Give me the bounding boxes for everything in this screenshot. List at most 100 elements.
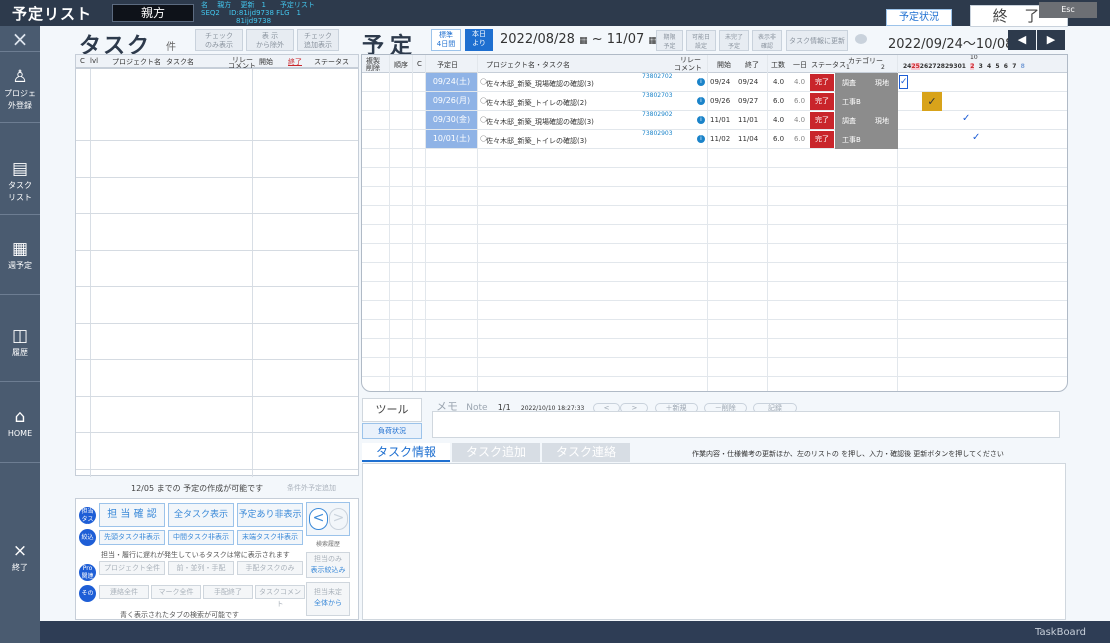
row-task-name[interactable]: 佐々木邸_新築_現場確認の確認(3) — [486, 117, 594, 127]
check-icon[interactable]: ✓ — [899, 75, 908, 89]
list-row[interactable] — [76, 397, 358, 433]
schedule-row[interactable] — [362, 149, 1067, 168]
hide-mid-button[interactable]: 中間タスク非表示 — [168, 530, 234, 545]
exclude-button[interactable]: 表 示から除外 — [246, 29, 294, 51]
row-status[interactable]: 完了 — [810, 112, 834, 129]
chevron-left-icon[interactable]: < — [309, 508, 328, 530]
schedule-row[interactable]: 09/26(月) ◯ 佐々木邸_新築_トイレの確認(2) 73802703 i 09/26… — [362, 92, 1067, 111]
row-date[interactable]: 09/26(月) — [426, 92, 477, 110]
col-end[interactable]: 終了 — [288, 57, 302, 67]
row-task-name[interactable]: 佐々木邸_新築_現場確認の確認(3) — [486, 79, 594, 89]
prev-parallel-button[interactable]: 前・並列・手配 — [168, 561, 234, 575]
row-date[interactable]: 09/30(金) — [426, 111, 477, 129]
info-icon[interactable]: i — [697, 116, 705, 124]
list-row[interactable] — [76, 105, 358, 141]
row-status[interactable]: 完了 — [810, 74, 834, 91]
schedule-row[interactable] — [362, 206, 1067, 225]
check-icon[interactable]: ✓ — [922, 92, 942, 111]
row-code[interactable]: 73802903 — [642, 130, 673, 137]
info-icon[interactable]: i — [697, 97, 705, 105]
date-from[interactable]: 2022/08/28 — [500, 32, 575, 47]
hide-first-button[interactable]: 先頭タスク非表示 — [99, 530, 165, 545]
list-row[interactable] — [76, 434, 358, 470]
schedule-row[interactable]: 09/24(土) ◯ 佐々木邸_新築_現場確認の確認(3) 73802702 i 09/2… — [362, 73, 1067, 92]
load-status-button[interactable]: 負荷状況 — [362, 423, 422, 439]
hide-last-button[interactable]: 末端タスク非表示 — [237, 530, 303, 545]
project-all-button[interactable]: プロジェクト全件 — [99, 561, 165, 575]
row-code[interactable]: 73802902 — [642, 111, 673, 118]
tanto-only-button[interactable]: 担当のみ 表示絞込み — [306, 552, 350, 578]
mark-all-button[interactable]: マーク全件 — [151, 585, 201, 599]
schedule-row[interactable] — [362, 187, 1067, 206]
info-icon[interactable]: i — [697, 135, 705, 143]
schedule-row[interactable] — [362, 377, 1067, 391]
list-row[interactable] — [76, 215, 358, 251]
tanto-unset-button[interactable]: 担当未定 全体から — [306, 582, 350, 616]
chevron-right-icon[interactable]: > — [329, 508, 348, 530]
row-status[interactable]: 完了 — [810, 93, 834, 110]
incomplete-button[interactable]: 未完了 予定 — [719, 30, 749, 51]
list-row[interactable] — [76, 288, 358, 324]
list-row[interactable] — [76, 251, 358, 287]
schedule-row[interactable] — [362, 244, 1067, 263]
sidebar-item-weekly[interactable]: ▦ 週予定 — [0, 225, 40, 295]
row-date[interactable]: 10/01(土) — [426, 130, 477, 148]
contact-all-button[interactable]: 連絡全件 — [99, 585, 149, 599]
check-icon[interactable]: ✓ — [972, 132, 980, 143]
sidebar-item-history[interactable]: ◫ 履歴 — [0, 312, 40, 382]
check-add-button[interactable]: チェック 追加表示 — [297, 29, 339, 51]
list-row[interactable] — [76, 361, 358, 397]
schedule-row[interactable]: 10/01(土) ◯ 佐々木邸_新築_トイレの確認(3) 73802903 i 11/02… — [362, 130, 1067, 149]
tab-task-contact[interactable]: タスク連絡 — [542, 443, 630, 462]
list-row[interactable] — [76, 142, 358, 178]
sidebar-item-exit[interactable]: × 終了 — [0, 527, 40, 597]
memo-input[interactable] — [432, 411, 1060, 438]
tanto-check-button[interactable]: 担 当 確 認 — [99, 503, 165, 527]
sidebar-item-home[interactable]: ⌂ HOME — [0, 393, 40, 463]
schedule-row[interactable] — [362, 358, 1067, 377]
prev-period-button[interactable]: ◀ — [1008, 30, 1036, 50]
date-to[interactable]: 11/07 — [607, 32, 644, 47]
info-icon[interactable]: i — [697, 78, 705, 86]
row-code[interactable]: 73802703 — [642, 92, 673, 99]
close-icon[interactable]: × — [0, 26, 40, 52]
task-comment-button[interactable]: タスクコメント — [255, 585, 305, 608]
hide-scheduled-button[interactable]: 予定あり非表示 — [237, 503, 303, 527]
row-status[interactable]: 完了 — [810, 131, 834, 148]
row-code[interactable]: 73802702 — [642, 73, 673, 80]
comment-icon[interactable] — [855, 34, 867, 44]
sidebar-item-task-list[interactable]: ▤ タスク リスト — [0, 145, 40, 215]
schedule-row[interactable] — [362, 225, 1067, 244]
esc-button[interactable]: Esc — [1039, 2, 1097, 18]
schedule-row[interactable] — [362, 320, 1067, 339]
all-tasks-button[interactable]: 全タスク表示 — [168, 503, 234, 527]
tool-button[interactable]: ツール — [362, 398, 422, 422]
check-only-button[interactable]: チェック のみ表示 — [195, 29, 243, 51]
schedule-row[interactable] — [362, 282, 1067, 301]
row-task-name[interactable]: 佐々木邸_新築_トイレの確認(3) — [486, 136, 587, 146]
schedule-status-button[interactable]: 予定状況 — [886, 9, 952, 26]
sidebar-item-project-register[interactable]: ♙ プロジェ 外登録 — [0, 53, 40, 123]
schedule-row[interactable]: 09/30(金) ◯ 佐々木邸_新築_現場確認の確認(3) 73802902 i 11/0… — [362, 111, 1067, 130]
hidden-check-button[interactable]: 表示非 確認 — [752, 30, 782, 51]
add-unconditional-button[interactable]: 条件外予定追加 — [287, 483, 336, 493]
check-icon[interactable]: ✓ — [962, 113, 970, 124]
row-date[interactable]: 09/24(土) — [426, 73, 477, 91]
arrange-only-button[interactable]: 手配タスクのみ — [237, 561, 303, 575]
schedule-row[interactable] — [362, 339, 1067, 358]
tab-task-info[interactable]: タスク情報 — [362, 443, 450, 462]
next-period-button[interactable]: ▶ — [1037, 30, 1065, 50]
update-task-button[interactable]: タスク情報に更新 — [786, 30, 848, 51]
row-task-name[interactable]: 佐々木邸_新築_トイレの確認(2) — [486, 98, 587, 108]
tab-task-add[interactable]: タスク追加 — [452, 443, 540, 462]
date-range[interactable]: 2022/08/28 ▦ ~ 11/07 ▦ — [500, 32, 657, 47]
arrange-end-button[interactable]: 手配終了 — [203, 585, 253, 599]
from-today-button[interactable]: 本日 より — [465, 29, 493, 51]
schedule-row[interactable] — [362, 301, 1067, 320]
standard-4day-button[interactable]: 標準 4日間 — [431, 29, 461, 51]
calendar-icon[interactable]: ▦ — [579, 36, 588, 46]
deadline-schedule-button[interactable]: 期限 予定 — [656, 30, 683, 51]
list-row[interactable] — [76, 178, 358, 214]
schedule-row[interactable] — [362, 168, 1067, 187]
possible-date-button[interactable]: 可能日 設定 — [686, 30, 716, 51]
